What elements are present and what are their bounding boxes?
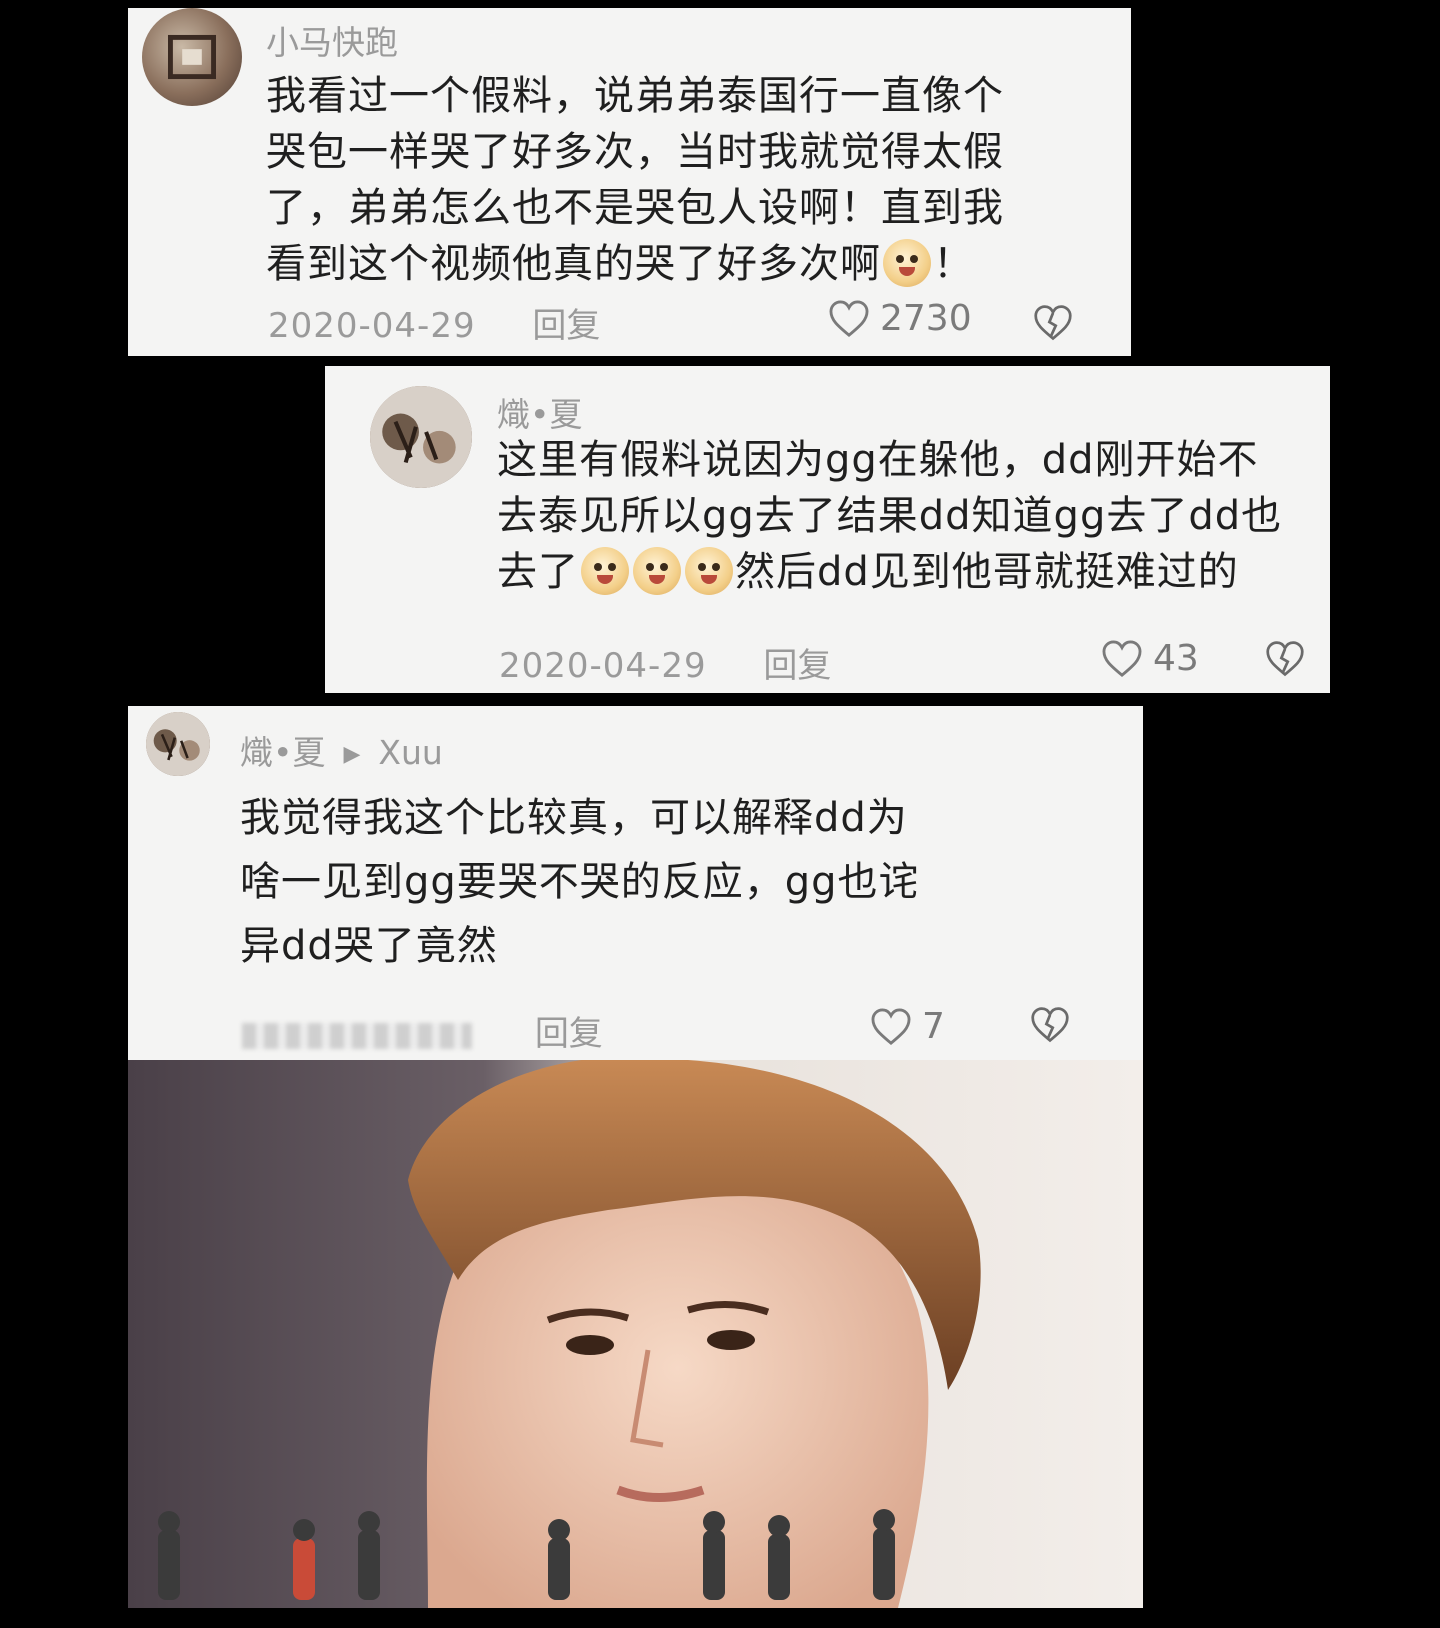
commenter-name[interactable]: 熾•夏 bbox=[240, 733, 325, 772]
like-count: 2730 bbox=[880, 298, 972, 339]
comment-card: 小马快跑 我看过一个假料，说弟弟泰国行一直像个 哭包一样哭了好多次，当时我就觉得… bbox=[128, 8, 1131, 356]
reply-button[interactable]: 回复 bbox=[535, 1014, 603, 1054]
comment-text: 我看过一个假料，说弟弟泰国行一直像个 哭包一样哭了好多次，当时我就觉得太假 了，… bbox=[266, 68, 1004, 292]
comment-text: 我觉得我这个比较真，可以解释dd为 啥一见到gg要哭不哭的反应，gg也诧 异dd… bbox=[240, 786, 920, 978]
laughing-emoji-icon bbox=[685, 547, 733, 595]
comment-date: 2020-04-29 bbox=[499, 646, 707, 686]
reply-to-name[interactable]: Xuu bbox=[378, 733, 442, 772]
blurred-date bbox=[242, 1022, 472, 1049]
triangle-right-icon: ▶ bbox=[343, 742, 361, 767]
avatar[interactable] bbox=[142, 8, 242, 106]
comment-line: 啥一见到gg要哭不哭的反应，gg也诧 bbox=[240, 859, 920, 905]
comment-line: 我看过一个假料，说弟弟泰国行一直像个 bbox=[266, 73, 1004, 119]
comment-line: 异dd哭了竟然 bbox=[240, 923, 498, 969]
comment-card: 熾•夏 这里有假料说因为gg在躲他，dd刚开始不 去泰见所以gg去了结果dd知道… bbox=[325, 366, 1330, 693]
like-count: 43 bbox=[1153, 638, 1199, 679]
like-button[interactable]: 43 bbox=[1101, 638, 1199, 679]
like-count: 7 bbox=[922, 1006, 945, 1047]
username[interactable]: 小马快跑 bbox=[266, 16, 398, 64]
comment-line-text: 看到这个视频他真的哭了好多次啊 bbox=[266, 241, 881, 287]
username: 熾•夏 ▶ Xuu bbox=[240, 726, 443, 774]
broken-heart-icon[interactable] bbox=[1030, 1006, 1070, 1044]
like-button[interactable]: 7 bbox=[870, 1006, 945, 1047]
portrait-image bbox=[128, 1060, 1143, 1608]
comment-line: 这里有假料说因为gg在躲他，dd刚开始不 bbox=[497, 437, 1259, 483]
comment-line-text: 去了 bbox=[497, 549, 579, 595]
heart-outline-icon bbox=[1102, 639, 1142, 677]
heart-outline-icon bbox=[871, 1007, 911, 1045]
comment-line: 哭包一样哭了好多次，当时我就觉得太假 bbox=[266, 129, 1004, 175]
avatar[interactable] bbox=[370, 386, 472, 488]
comment-line: 去了 然后dd见到他哥就挺难过的 bbox=[497, 544, 1282, 600]
reply-button[interactable]: 回复 bbox=[532, 306, 600, 346]
laughing-emoji-icon bbox=[581, 547, 629, 595]
comment-text: 这里有假料说因为gg在躲他，dd刚开始不 去泰见所以gg去了结果dd知道gg去了… bbox=[497, 432, 1282, 600]
like-button[interactable]: 2730 bbox=[828, 298, 972, 339]
comment-line: 看到这个视频他真的哭了好多次啊 ！ bbox=[266, 236, 1004, 292]
pleading-emoji-icon bbox=[883, 239, 931, 287]
reply-button[interactable]: 回复 bbox=[763, 646, 831, 686]
broken-heart-icon[interactable] bbox=[1265, 640, 1305, 678]
comment-date: 2020-04-29 bbox=[268, 306, 476, 346]
attached-photo[interactable] bbox=[128, 1060, 1143, 1608]
broken-heart-icon[interactable] bbox=[1033, 304, 1073, 342]
comment-line-text: 然后dd见到他哥就挺难过的 bbox=[735, 549, 1239, 595]
comment-line: 我觉得我这个比较真，可以解释dd为 bbox=[240, 795, 908, 841]
laughing-emoji-icon bbox=[633, 547, 681, 595]
heart-outline-icon bbox=[829, 299, 869, 337]
username[interactable]: 熾•夏 bbox=[497, 388, 582, 436]
comment-card: 熾•夏 ▶ Xuu 我觉得我这个比较真，可以解释dd为 啥一见到gg要哭不哭的反应，… bbox=[128, 706, 1143, 1060]
comment-line: 去泰见所以gg去了结果dd知道gg去了dd也 bbox=[497, 493, 1283, 539]
avatar[interactable] bbox=[146, 712, 210, 776]
comment-line: 了，弟弟怎么也不是哭包人设啊！直到我 bbox=[266, 185, 1004, 231]
comment-line-tail: ！ bbox=[933, 241, 974, 287]
